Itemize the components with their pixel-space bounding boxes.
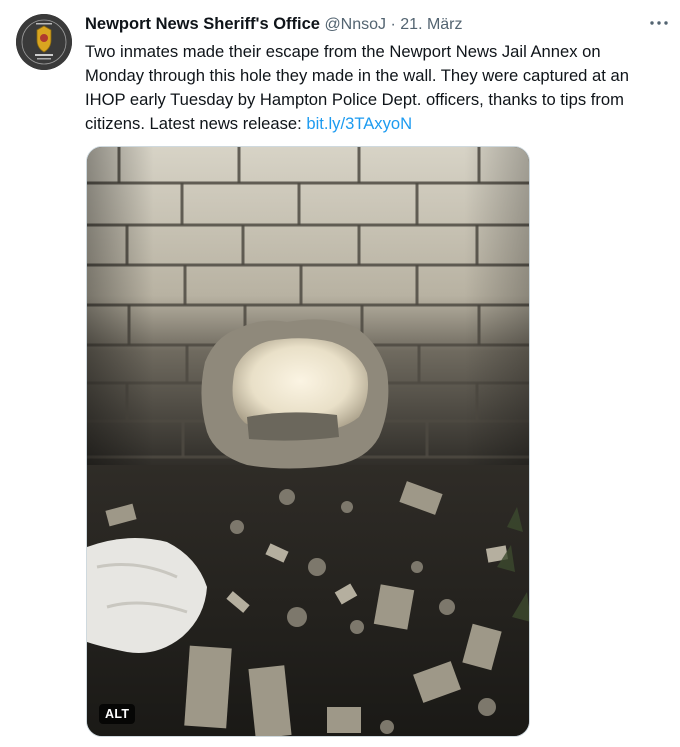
tweet-text: Two inmates made their escape from the N… bbox=[85, 40, 670, 136]
author-avatar[interactable] bbox=[16, 14, 72, 70]
author-name[interactable]: Newport News Sheriff's Office bbox=[85, 15, 320, 33]
tweet-header: Newport News Sheriff's Office @NnsoJ · 2… bbox=[85, 15, 660, 37]
alt-text-badge[interactable]: ALT bbox=[99, 704, 136, 724]
tweet[interactable]: Newport News Sheriff's Office @NnsoJ · 2… bbox=[0, 0, 680, 747]
author-handle[interactable]: @NnsoJ bbox=[324, 16, 386, 33]
news-release-link[interactable]: bit.ly/3TAxyoN bbox=[306, 114, 412, 133]
tweet-text-last-prefix: citizens. Latest news release: bbox=[85, 114, 307, 133]
more-horizontal-icon bbox=[650, 21, 668, 25]
tweet-text-line-last: citizens. Latest news release: bit.ly/3T… bbox=[85, 112, 670, 136]
more-options-button[interactable] bbox=[648, 12, 670, 34]
sheriff-badge-icon bbox=[16, 14, 72, 70]
tweet-date[interactable]: 21. März bbox=[400, 16, 462, 33]
tweet-text-line: Two inmates made their escape from the N… bbox=[85, 42, 601, 61]
brick-wall-hole-photo bbox=[87, 147, 529, 736]
tweet-text-line: IHOP early Tuesday by Hampton Police Dep… bbox=[85, 90, 624, 109]
tweet-text-line: Monday through this hole they made in th… bbox=[85, 66, 629, 85]
tweet-media-photo[interactable]: ALT bbox=[86, 146, 530, 737]
header-separator: · bbox=[390, 16, 396, 33]
